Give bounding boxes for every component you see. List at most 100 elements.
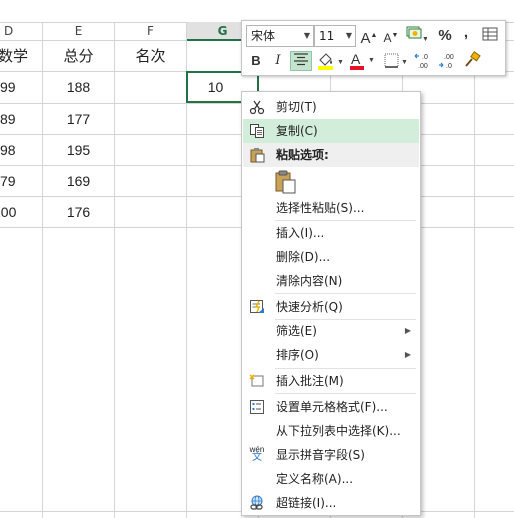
menu-item-quick-analysis[interactable]: 快速分析(Q) <box>243 295 419 319</box>
gridline <box>474 22 475 518</box>
cell-math[interactable]: 79 <box>0 166 16 197</box>
menu-separator <box>275 293 416 294</box>
chevron-down-icon: ▼ <box>368 57 375 64</box>
italic-button[interactable]: I <box>269 51 287 71</box>
format-painter-button[interactable] <box>462 51 482 71</box>
cell-math[interactable]: 98 <box>0 135 16 166</box>
menu-item-label: 插入批注(M) <box>276 374 344 388</box>
menu-item-label: 排序(O) <box>276 348 319 362</box>
menu-item-label: 剪切(T) <box>276 100 317 114</box>
bold-button[interactable]: B <box>246 51 266 71</box>
accounting-format-button[interactable]: ▼ <box>402 25 430 45</box>
decrease-decimal-icon: .00 .0 <box>439 54 454 70</box>
svg-text:▼: ▼ <box>337 59 344 66</box>
menu-section-label: 粘贴选项: <box>276 148 329 162</box>
percent-style-button[interactable]: % <box>437 26 453 46</box>
align-center-icon <box>294 53 308 66</box>
menu-item-sort[interactable]: 排序(O) ▶ <box>243 343 419 367</box>
cell-total[interactable]: 195 <box>43 135 114 166</box>
scissors-icon <box>249 100 265 115</box>
decrease-font-size-button[interactable]: A▼ <box>382 26 400 46</box>
menu-item-label: 复制(C) <box>276 124 318 138</box>
format-painter-icon <box>465 51 481 67</box>
mini-toolbar: 宋体 ▼ 11 ▼ A▲ A▼ ▼ % , B I ▼ A ▼ ▼ .0 .00… <box>241 20 506 76</box>
svg-text:.0: .0 <box>446 63 452 70</box>
menu-item-insert[interactable]: 插入(I)... <box>243 221 419 245</box>
menu-item-label: 删除(D)... <box>276 250 331 264</box>
menu-item-copy[interactable]: 复制(C) <box>243 119 419 143</box>
font-color-swatch <box>350 66 364 70</box>
svg-text:.00: .00 <box>418 63 428 70</box>
svg-text:▼: ▼ <box>401 59 408 66</box>
chevron-down-icon: ▼ <box>303 31 310 40</box>
menu-item-paste-special[interactable]: 选择性粘贴(S)... <box>243 196 419 220</box>
chevron-right-icon: ▶ <box>404 326 411 335</box>
menu-item-label: 超链接(I)... <box>276 496 337 510</box>
menu-item-format-cells[interactable]: 设置单元格格式(F)... <box>243 395 419 419</box>
format-painter-table-button[interactable] <box>480 26 500 46</box>
column-header-e[interactable]: E <box>43 22 114 41</box>
format-cells-icon <box>250 400 264 414</box>
paste-button[interactable] <box>273 169 299 195</box>
menu-item-label: 从下拉列表中选择(K)... <box>276 424 401 438</box>
cell-header-math[interactable]: 数学 <box>0 41 28 72</box>
menu-item-define-name[interactable]: 定义名称(A)... <box>243 467 419 491</box>
chevron-right-icon: ▶ <box>404 350 411 359</box>
fill-color-button[interactable]: ▼ <box>315 51 345 71</box>
increase-decimal-icon: .0 .00 <box>414 53 428 70</box>
menu-item-insert-comment[interactable]: 插入批注(M) <box>243 369 419 393</box>
svg-text:.0: .0 <box>422 54 428 61</box>
menu-item-cut[interactable]: 剪切(T) <box>243 95 419 119</box>
menu-item-hyperlink[interactable]: 超链接(I)... <box>243 491 419 515</box>
paste-icon <box>275 170 296 194</box>
font-size-select[interactable]: 11 ▼ <box>314 25 356 47</box>
context-menu: 剪切(T) 复制(C) 粘贴选项: 选择性粘贴(S)... 插入(I)... 删… <box>241 91 421 516</box>
decrease-decimal-button[interactable]: .00 .0 <box>438 51 460 71</box>
hyperlink-icon <box>250 495 263 510</box>
comment-icon <box>249 374 264 387</box>
menu-item-clear-contents[interactable]: 清除内容(N) <box>243 269 419 293</box>
menu-item-label: 筛选(E) <box>276 324 317 338</box>
cell-total[interactable]: 176 <box>43 197 114 228</box>
align-center-button[interactable] <box>290 51 312 71</box>
borders-icon: ▼ <box>384 53 408 68</box>
chevron-down-icon: ▼ <box>345 31 352 40</box>
font-name-select[interactable]: 宋体 ▼ <box>246 25 314 47</box>
menu-item-label: 快速分析(Q) <box>276 300 343 314</box>
cell-math[interactable]: 99 <box>0 72 16 103</box>
cell-total[interactable]: 169 <box>43 166 114 197</box>
font-size-value: 11 <box>319 29 335 43</box>
menu-separator <box>275 393 416 394</box>
font-color-button[interactable]: A ▼ <box>348 51 378 71</box>
gridline <box>114 22 115 518</box>
quick-analysis-icon <box>250 300 264 313</box>
column-header-f[interactable]: F <box>115 22 186 41</box>
menu-section-paste-options: 粘贴选项: <box>243 143 419 167</box>
fill-color-icon: ▼ <box>318 53 344 70</box>
cell-math[interactable]: 100 <box>0 197 16 228</box>
cell-total[interactable]: 177 <box>43 104 114 135</box>
menu-item-label: 设置单元格格式(F)... <box>276 400 388 414</box>
comma-style-button[interactable]: , <box>459 23 473 43</box>
cell-math[interactable]: 89 <box>0 104 16 135</box>
menu-item-label: 定义名称(A)... <box>276 472 354 486</box>
svg-text:▼: ▼ <box>422 36 427 43</box>
menu-item-filter[interactable]: 筛选(E) ▶ <box>243 319 419 343</box>
table-format-icon <box>482 27 498 41</box>
column-header-d[interactable]: D <box>0 22 42 41</box>
menu-item-pick-from-list[interactable]: 从下拉列表中选择(K)... <box>243 419 419 443</box>
borders-button[interactable]: ▼ <box>382 51 410 71</box>
increase-font-size-button[interactable]: A▲ <box>360 26 378 47</box>
font-name-value: 宋体 <box>251 29 276 43</box>
cell-header-rank[interactable]: 名次 <box>115 41 186 72</box>
cell-total[interactable]: 188 <box>43 72 114 103</box>
cell-header-total[interactable]: 总分 <box>43 41 114 72</box>
increase-decimal-button[interactable]: .0 .00 <box>414 51 436 71</box>
menu-item-label: 选择性粘贴(S)... <box>276 201 365 215</box>
menu-item-label: 显示拼音字段(S) <box>276 448 365 462</box>
menu-item-phonetic[interactable]: wén 文 显示拼音字段(S) <box>243 443 419 467</box>
svg-text:.00: .00 <box>444 54 454 61</box>
menu-item-delete[interactable]: 删除(D)... <box>243 245 419 269</box>
clipboard-icon <box>250 148 265 163</box>
phonetic-icon: wén 文 <box>249 445 265 463</box>
